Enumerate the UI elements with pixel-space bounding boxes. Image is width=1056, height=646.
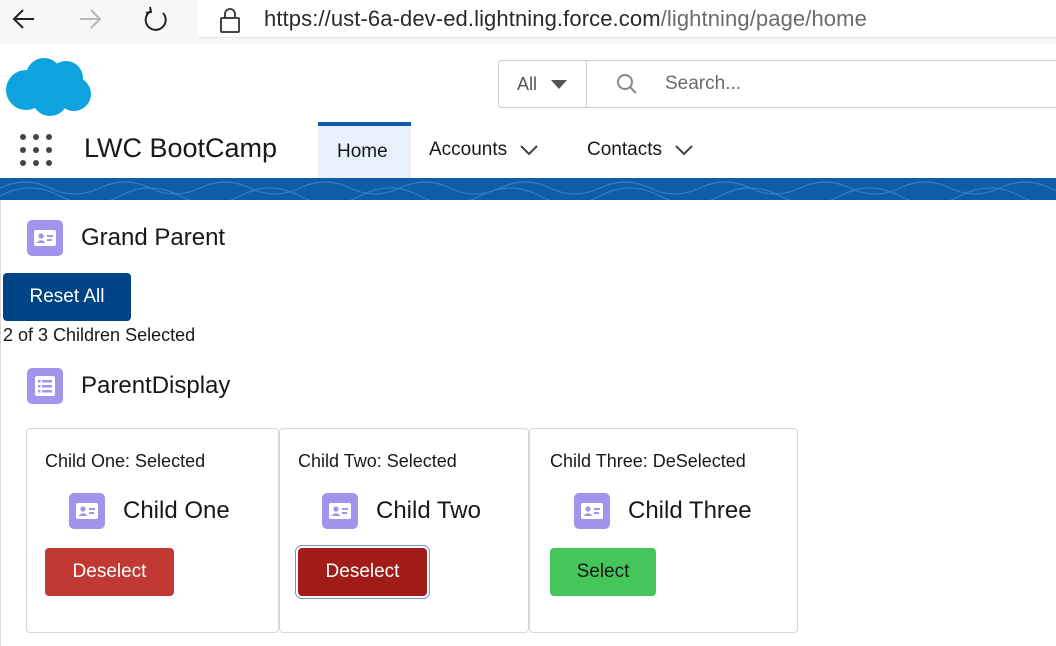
global-header: All Search... [0,44,1056,122]
salesforce-cloud-logo[interactable] [4,54,94,116]
child-status: Child One: Selected [45,451,206,471]
search-icon [617,74,637,94]
app-launcher-icon[interactable] [20,134,52,166]
forward-arrow-icon [80,9,102,29]
contact-card-icon [27,220,63,256]
brand-band [0,178,1056,200]
search-input[interactable]: Search... [665,73,741,95]
contact-card-icon [69,493,105,529]
refresh-icon [144,6,167,31]
contact-card-icon [322,493,358,529]
grand-parent-title: Grand Parent [81,224,226,251]
address-bar[interactable]: https://ust-6a-dev-ed.lightning.force.co… [198,0,1056,38]
tab-contacts[interactable]: Contacts [587,122,694,178]
forward-button[interactable] [72,2,108,36]
parent-display-title: ParentDisplay [81,372,231,399]
child-name: Child One [123,497,230,524]
global-search: All Search... [498,60,1056,108]
lock-icon [220,8,240,33]
url-host: https://ust-6a-dev-ed.lightning.force.co… [264,6,661,31]
child-name: Child Two [376,497,481,524]
select-button[interactable]: Select [550,548,656,596]
url-path: /lightning/page/home [660,6,867,31]
child-header: Child Three [574,493,752,529]
child-card-one: Child One: Selected Child One Deselect [26,428,279,633]
page-content: Grand Parent Reset All 2 of 3 Children S… [0,200,1056,646]
app-navigation: LWC BootCamp Home Accounts Contacts [0,122,1056,178]
child-card-two: Child Two: Selected Child Two Deselect [279,428,529,633]
child-header: Child Two [322,493,481,529]
child-header: Child One [69,493,230,529]
child-status: Child Three: DeSelected [550,451,746,471]
tab-home[interactable]: Home [318,122,411,178]
contact-card-icon [574,493,610,529]
chevron-down-icon[interactable] [519,143,539,157]
list-icon [27,368,63,404]
tab-accounts-label: Accounts [429,139,508,160]
browser-toolbar: https://ust-6a-dev-ed.lightning.force.co… [0,0,1056,44]
grand-parent-header: Grand Parent [27,220,225,256]
search-scope-label: All [517,73,538,94]
child-card-three: Child Three: DeSelected Child Three Sele… [529,428,798,633]
parent-display-header: ParentDisplay [27,368,230,404]
tab-contacts-label: Contacts [587,139,662,160]
reset-all-button[interactable]: Reset All [3,273,131,321]
back-arrow-icon [12,9,34,29]
tab-home-label: Home [337,141,388,162]
refresh-button[interactable] [138,2,174,36]
deselect-button[interactable]: Deselect [298,548,427,596]
child-name: Child Three [628,497,752,524]
url-text: https://ust-6a-dev-ed.lightning.force.co… [264,6,867,32]
selection-summary: 2 of 3 Children Selected [3,325,196,345]
back-button[interactable] [6,2,42,36]
deselect-button[interactable]: Deselect [45,548,174,596]
app-name: LWC BootCamp [84,133,278,163]
chevron-down-icon[interactable] [674,143,694,157]
search-scope-dropdown[interactable]: All [499,61,587,107]
tab-accounts[interactable]: Accounts [429,122,539,178]
child-status: Child Two: Selected [298,451,457,471]
caret-down-icon [551,79,568,89]
